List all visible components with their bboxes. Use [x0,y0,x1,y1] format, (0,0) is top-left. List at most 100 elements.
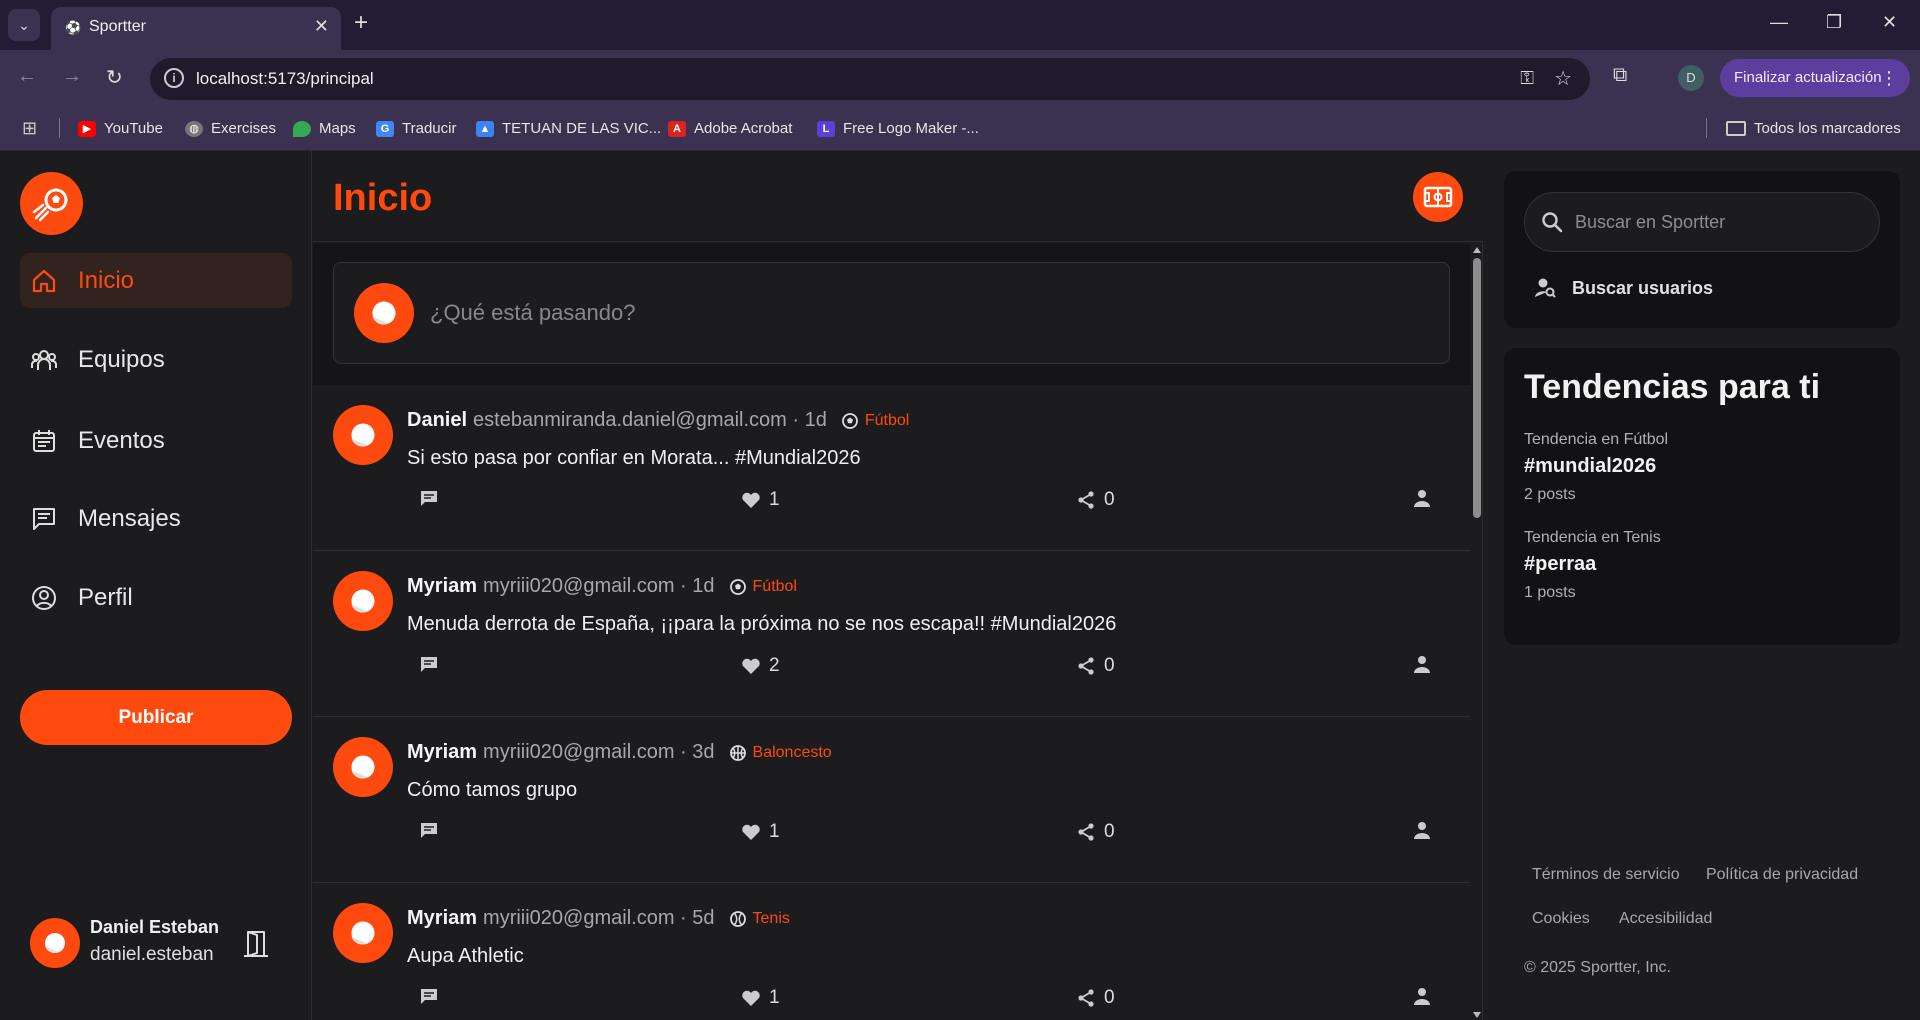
post-item[interactable]: Daniel estebanmiranda.daniel@gmail.com ·… [313,385,1470,551]
trend-tag[interactable]: #mundial2026 [1524,455,1668,478]
post-avatar[interactable] [333,903,393,963]
share-button[interactable]: 0 [1076,489,1115,511]
cookies-link[interactable]: Cookies [1532,910,1590,928]
like-button[interactable]: 2 [741,655,780,677]
address-bar[interactable]: i localhost:5173/principal ⚿ ☆ [150,58,1590,100]
post-avatar[interactable] [333,737,393,797]
terms-link[interactable]: Términos de servicio [1532,866,1680,884]
scroll-thumb[interactable] [1473,258,1481,518]
main-header: Inicio [313,151,1483,242]
reload-icon[interactable]: ↻ [106,65,123,90]
post-item[interactable]: Myriam myriii020@gmail.com · 1d Fútbol M… [313,551,1470,717]
profile-button[interactable] [1413,489,1431,507]
search-box[interactable] [1524,192,1880,252]
share-button[interactable]: 0 [1076,987,1115,1009]
profile-button[interactable] [1413,821,1431,839]
bookmark-star-icon[interactable]: ☆ [1554,66,1572,91]
back-icon[interactable]: ← [17,65,37,88]
bookmark-tetuan[interactable]: ▲ TETUAN DE LAS VIC... [476,120,661,137]
update-button[interactable]: Finalizar actualización ⋮ [1720,59,1910,97]
compose-box[interactable]: ¿Qué está pasando? [333,262,1450,364]
current-user-email: daniel.esteban [90,944,214,965]
apps-grid-icon[interactable]: ⊞ [22,118,37,139]
person-icon [1414,656,1430,673]
privacy-link[interactable]: Política de privacidad [1706,866,1858,884]
sportter-logo[interactable] [20,172,83,235]
trends-card: Tendencias para ti Tendencia en Fútbol #… [1504,348,1900,645]
bookmark-youtube[interactable]: ▶ YouTube [78,120,163,137]
publish-button[interactable]: Publicar [20,690,292,745]
search-input[interactable] [1575,203,1865,241]
browser-tab-sportter[interactable]: ⚽ Sportter ✕ [51,7,341,50]
profile-avatar[interactable]: D [1678,65,1704,91]
like-button[interactable]: 1 [741,821,780,843]
tab-search-button[interactable]: ⌄ [8,9,40,41]
compose-placeholder[interactable]: ¿Qué está pasando? [430,300,635,326]
sidebar-item-perfil[interactable]: Perfil [20,570,292,625]
post-header: Myriam myriii020@gmail.com · 5d Tenis [407,907,790,930]
post-author[interactable]: Myriam [407,575,477,598]
post-sport-tag[interactable]: Tenis [753,910,790,928]
post-author[interactable]: Myriam [407,907,477,930]
bookmark-maps[interactable]: Maps [293,120,356,137]
profile-button[interactable] [1413,987,1431,1005]
url-text[interactable]: localhost:5173/principal [196,69,374,89]
like-button[interactable]: 1 [741,987,780,1009]
share-button[interactable]: 0 [1076,821,1115,843]
password-key-icon[interactable]: ⚿ [1520,68,1534,89]
site-info-icon[interactable]: i [164,68,184,88]
post-item[interactable]: Myriam myriii020@gmail.com · 5d Tenis Au… [313,883,1470,1020]
comment-button[interactable] [419,489,439,507]
extensions-icon[interactable]: ⧉ [1613,64,1627,87]
like-count: 1 [769,489,780,510]
bookmark-acrobat[interactable]: A Adobe Acrobat [668,120,792,137]
close-window-icon[interactable]: ✕ [1882,12,1897,33]
graduation-cap-icon: ▲ [476,120,494,137]
post-author[interactable]: Myriam [407,741,477,764]
minimize-icon[interactable]: — [1770,12,1788,33]
trend-tag[interactable]: #perraa [1524,553,1661,576]
sidebar-item-inicio[interactable]: Inicio [20,253,292,308]
current-user-avatar[interactable] [30,918,80,968]
sidebar-item-eventos[interactable]: Eventos [20,413,292,468]
browser-tab-bar: ⌄ ⚽ Sportter ✕ + — ❐ ✕ [0,0,1920,50]
like-button[interactable]: 1 [741,489,780,511]
sidebar-item-equipos[interactable]: Equipos [20,332,292,387]
accessibility-link[interactable]: Accesibilidad [1619,910,1712,928]
bookmark-exercises[interactable]: ◍ Exercises [185,120,276,137]
comment-button[interactable] [419,987,439,1005]
bookmarks-separator [59,118,60,138]
post-avatar[interactable] [333,405,393,465]
post-author[interactable]: Daniel [407,409,467,432]
post-sport-tag[interactable]: Fútbol [753,578,797,596]
close-tab-icon[interactable]: ✕ [314,16,329,37]
profile-button[interactable] [1413,655,1431,673]
logo-maker-icon: L [817,120,835,137]
forward-icon[interactable]: → [62,65,82,88]
trend-item[interactable]: Tendencia en Tenis #perraa 1 posts [1524,529,1661,602]
menu-kebab-icon[interactable]: ⋮ [1880,59,1898,97]
maps-pin-icon [293,120,311,137]
feed-scrollbar[interactable] [1471,243,1483,1020]
search-users-button[interactable]: Buscar usuarios [1534,277,1713,299]
trend-item[interactable]: Tendencia en Fútbol #mundial2026 2 posts [1524,431,1668,504]
all-bookmarks[interactable]: Todos los marcadores [1726,120,1901,137]
restore-icon[interactable]: ❐ [1826,12,1842,33]
sidebar-item-mensajes[interactable]: Mensajes [20,491,292,546]
new-tab-button[interactable]: + [354,11,368,35]
post-avatar[interactable] [333,571,393,631]
logout-door-icon[interactable] [242,929,270,964]
post-sport-tag[interactable]: Fútbol [865,412,909,430]
post-item[interactable]: Myriam myriii020@gmail.com · 3d Balonces… [313,717,1470,883]
share-button[interactable]: 0 [1076,655,1115,677]
sidebar-item-label: Perfil [78,583,133,611]
comment-button[interactable] [419,655,439,673]
scroll-up-arrow-icon[interactable] [1473,247,1481,253]
trend-count: 1 posts [1524,584,1576,601]
sports-field-button[interactable] [1413,172,1463,222]
comment-button[interactable] [419,821,439,839]
bookmark-logo-maker[interactable]: L Free Logo Maker -... [817,120,979,137]
post-sport-tag[interactable]: Baloncesto [753,744,832,762]
bookmark-traducir[interactable]: G Traducir [376,120,456,137]
scroll-down-arrow-icon[interactable] [1473,1012,1481,1018]
